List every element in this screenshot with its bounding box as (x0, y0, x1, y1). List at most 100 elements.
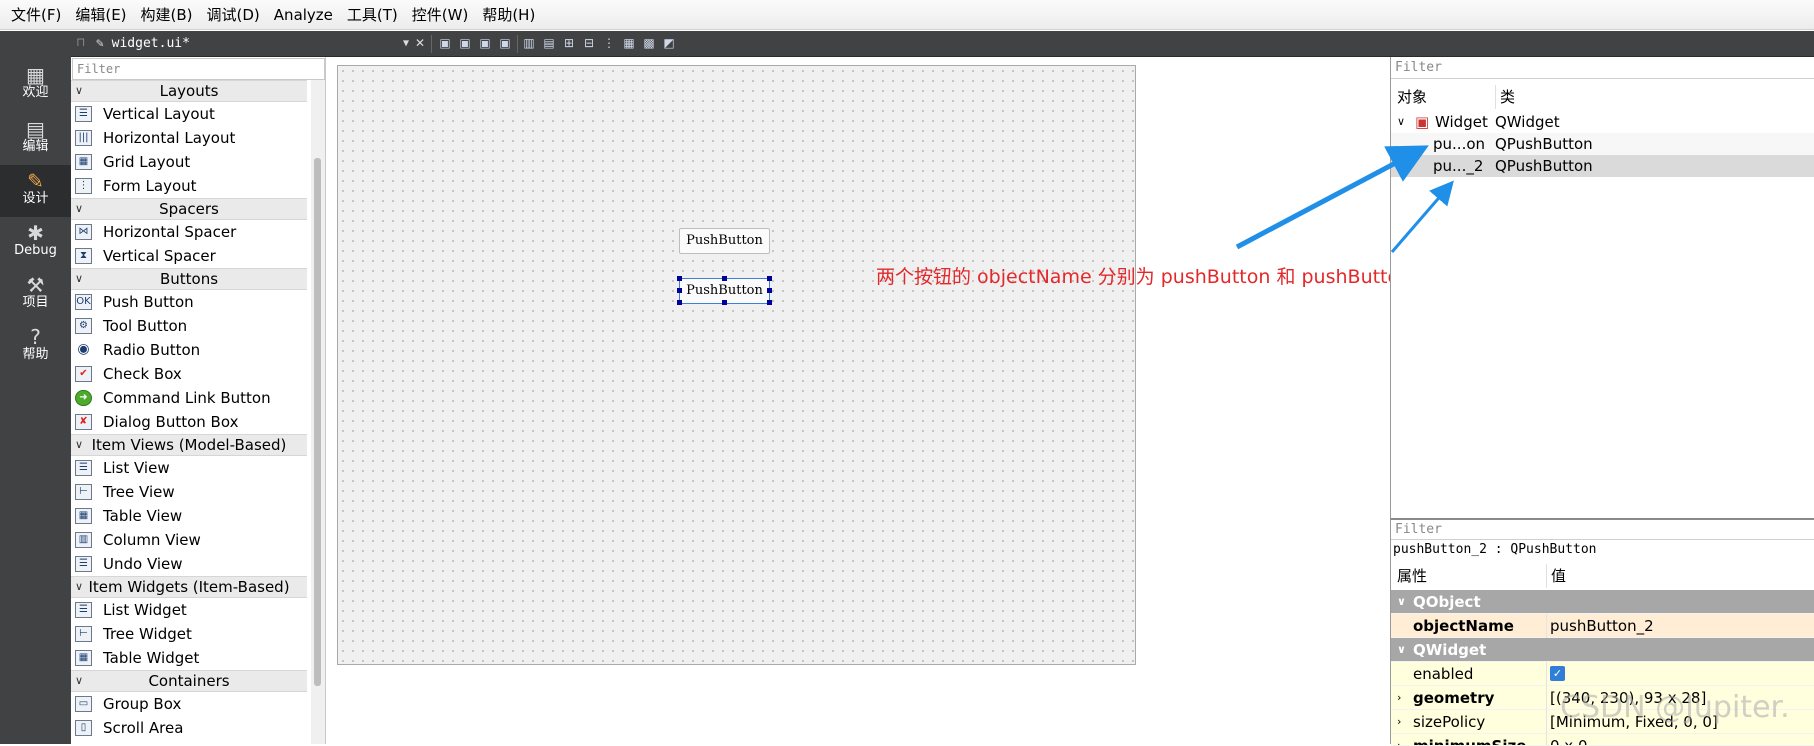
checkbox-checked-icon[interactable]: ✓ (1550, 666, 1565, 681)
menu-file[interactable]: 文件(F) (4, 0, 68, 30)
property-value[interactable]: 0 x 0 (1546, 734, 1588, 745)
form-canvas[interactable]: PushButton PushButton (337, 65, 1136, 665)
category-label: Buttons (159, 270, 219, 288)
help-icon: ? (30, 325, 41, 349)
category-item-views[interactable]: ∨ Item Views (Model-Based) (71, 434, 307, 456)
break-layout-icon[interactable]: ▩ (642, 36, 656, 50)
property-value[interactable]: pushButton_2 (1546, 614, 1654, 638)
resize-handle[interactable] (677, 276, 682, 281)
widget-tree-view[interactable]: ⊢ Tree View (71, 480, 307, 504)
tree-row-widget[interactable]: ∨ ▣ Widget QWidget (1391, 111, 1814, 133)
tree-row-pushbutton-2[interactable]: pu..._2 QPushButton (1391, 155, 1814, 177)
widget-table-view[interactable]: ▦ Table View (71, 504, 307, 528)
resize-handle[interactable] (677, 288, 682, 293)
widget-form-layout[interactable]: ⋮ Form Layout (71, 174, 307, 198)
resize-handle[interactable] (722, 276, 727, 281)
layout-form-icon[interactable]: ⋮ (602, 36, 616, 50)
menu-analyze[interactable]: Analyze (267, 0, 340, 30)
resize-handle[interactable] (677, 300, 682, 305)
widget-tool-button[interactable]: ⚙ Tool Button (71, 314, 307, 338)
category-spacers[interactable]: ∨ Spacers (71, 198, 307, 220)
selected-object-label: pushButton_2 : QPushButton (1393, 542, 1597, 557)
resize-handle[interactable] (767, 288, 772, 293)
object-filter-input[interactable]: Filter (1391, 57, 1814, 79)
chevron-right-icon[interactable]: › (1397, 710, 1401, 734)
mode-design[interactable]: ✎ 设计 (0, 165, 71, 217)
edit-buddies-icon[interactable]: ▣ (478, 36, 492, 50)
layout-v-splitter-icon[interactable]: ⊟ (582, 36, 596, 50)
layout-vertical-icon[interactable]: ▤ (542, 36, 556, 50)
widget-radio-button[interactable]: ◉ Radio Button (71, 338, 307, 362)
widget-scroll-area[interactable]: ▯ Scroll Area (71, 716, 307, 740)
widget-grid-layout[interactable]: ▦ Grid Layout (71, 150, 307, 174)
mode-debug[interactable]: ✱ Debug (0, 217, 71, 269)
widget-label: Table View (103, 507, 183, 525)
menu-build[interactable]: 构建(B) (134, 0, 200, 30)
widget-filter-input[interactable]: Filter (72, 58, 325, 80)
category-buttons[interactable]: ∨ Buttons (71, 268, 307, 290)
edit-widgets-icon[interactable]: ▣ (438, 36, 452, 50)
widget-list-widget[interactable]: ☰ List Widget (71, 598, 307, 622)
mode-help[interactable]: ? 帮助 (0, 321, 71, 373)
layout-grid-icon[interactable]: ▦ (622, 36, 636, 50)
horizontal-spacer-icon: ⋈ (75, 224, 92, 240)
tree-row-pushbutton[interactable]: pu...on QPushButton (1391, 133, 1814, 155)
widget-dialog-button-box[interactable]: ✘ Dialog Button Box (71, 410, 307, 434)
widget-push-button[interactable]: OK Push Button (71, 290, 307, 314)
column-value: 值 (1546, 564, 1566, 588)
push-button-1[interactable]: PushButton (679, 228, 770, 254)
edit-tab-order-icon[interactable]: ▣ (498, 36, 512, 50)
check-box-icon: ✔ (75, 366, 92, 382)
widget-vertical-layout[interactable]: ☰ Vertical Layout (71, 102, 307, 126)
mode-label: Debug (14, 243, 57, 258)
widget-list-view[interactable]: ☰ List View (71, 456, 307, 480)
category-layouts[interactable]: ∨ Layouts (71, 80, 307, 102)
resize-handle[interactable] (767, 276, 772, 281)
property-row-objectname[interactable]: objectName pushButton_2 (1391, 614, 1814, 638)
property-row-minimumsize[interactable]: › minimumSize 0 x 0 (1391, 734, 1814, 746)
tool-button-icon: ⚙ (75, 318, 92, 334)
widget-horizontal-layout[interactable]: ||| Horizontal Layout (71, 126, 307, 150)
mode-projects[interactable]: ⚒ 项目 (0, 269, 71, 321)
menu-edit[interactable]: 编辑(E) (68, 0, 133, 30)
form-editor-area: PushButton PushButton (327, 57, 1390, 744)
chevron-right-icon[interactable]: › (1397, 734, 1401, 745)
widget-tree-widget[interactable]: ⊢ Tree Widget (71, 622, 307, 646)
scrollbar-thumb[interactable] (314, 158, 321, 686)
property-filter-input[interactable]: Filter (1391, 520, 1814, 540)
toolbar-divider (431, 35, 432, 53)
mode-label: 编辑 (22, 139, 49, 154)
column-property: 属性 (1397, 567, 1428, 585)
widget-horizontal-spacer[interactable]: ⋈ Horizontal Spacer (71, 220, 307, 244)
widget-column-view[interactable]: ▥ Column View (71, 528, 307, 552)
property-row-enabled[interactable]: enabled ✓ (1391, 662, 1814, 686)
menu-widgets[interactable]: 控件(W) (405, 0, 476, 30)
menu-tools[interactable]: 工具(T) (340, 0, 405, 30)
widget-undo-view[interactable]: ☰ Undo View (71, 552, 307, 576)
layout-horizontal-icon[interactable]: ▥ (522, 36, 536, 50)
chevron-right-icon[interactable]: › (1397, 686, 1401, 710)
category-item-widgets[interactable]: ∨ Item Widgets (Item-Based) (71, 576, 307, 598)
layout-h-splitter-icon[interactable]: ⊞ (562, 36, 576, 50)
property-group-qwidget[interactable]: ∨ QWidget (1391, 638, 1814, 662)
widget-vertical-spacer[interactable]: ⧗ Vertical Spacer (71, 244, 307, 268)
category-containers[interactable]: ∨ Containers (71, 670, 307, 692)
resize-handle[interactable] (767, 300, 772, 305)
widget-check-box[interactable]: ✔ Check Box (71, 362, 307, 386)
property-group-qobject[interactable]: ∨ QObject (1391, 590, 1814, 614)
mode-welcome[interactable]: ▦ 欢迎 (0, 59, 71, 111)
menu-help[interactable]: 帮助(H) (475, 0, 542, 30)
column-object: 对象 (1397, 88, 1428, 106)
adjust-size-icon[interactable]: ◩ (662, 36, 676, 50)
edit-signals-icon[interactable]: ▣ (458, 36, 472, 50)
resize-handle[interactable] (722, 300, 727, 305)
close-icon[interactable]: ✕ (413, 36, 427, 50)
widget-command-link-button[interactable]: ➜ Command Link Button (71, 386, 307, 410)
mode-edit[interactable]: ▤ 编辑 (0, 113, 71, 165)
widget-box-scrollbar[interactable] (311, 80, 325, 744)
edit-document-icon: ▤ (26, 117, 45, 141)
widget-group-box[interactable]: ▭ Group Box (71, 692, 307, 716)
widget-table-widget[interactable]: ▦ Table Widget (71, 646, 307, 670)
menu-debug[interactable]: 调试(D) (200, 0, 267, 30)
open-documents-combo[interactable]: ✎ widget.ui* ▼ (96, 34, 411, 54)
